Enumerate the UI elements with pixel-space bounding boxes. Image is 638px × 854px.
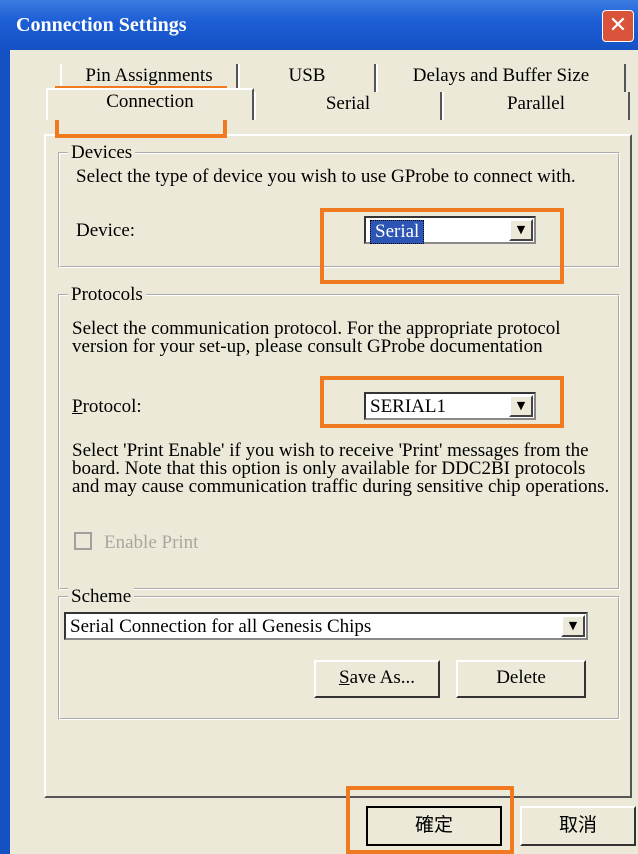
enable-print-label: Enable Print xyxy=(104,532,199,553)
chevron-down-icon[interactable]: ▼ xyxy=(509,219,533,241)
protocol-selected-value: SERIAL1 xyxy=(370,396,446,417)
title-bar: Connection Settings ✕ xyxy=(0,0,638,50)
devices-legend: Devices xyxy=(68,142,136,164)
connection-tab-panel: Devices Select the type of device you wi… xyxy=(44,134,632,798)
ok-label: 確定 xyxy=(414,814,453,836)
tab-connection[interactable]: Connection xyxy=(46,88,254,120)
save-as-button[interactable]: Save As... xyxy=(314,660,440,698)
tab-usb[interactable]: USB xyxy=(238,64,376,92)
cancel-button[interactable]: 取消 xyxy=(520,806,636,846)
delete-label: Delete xyxy=(496,667,546,688)
devices-group: Devices Select the type of device you wi… xyxy=(58,142,620,268)
dialog-body: Pin Assignments USB Delays and Buffer Si… xyxy=(0,50,638,854)
chevron-down-icon[interactable]: ▼ xyxy=(561,615,585,637)
close-icon: ✕ xyxy=(608,13,628,38)
tab-label: Serial xyxy=(325,93,371,114)
tab-label: Delays and Buffer Size xyxy=(412,65,590,86)
tab-label: Connection xyxy=(106,91,194,112)
scheme-legend: Scheme xyxy=(68,586,135,608)
tab-label: USB xyxy=(288,65,326,86)
tab-delays-and-buffer-size[interactable]: Delays and Buffer Size xyxy=(376,64,626,92)
scheme-selected-value: Serial Connection for all Genesis Chips xyxy=(70,616,372,637)
save-as-label: ave As... xyxy=(349,667,415,688)
device-selected-value: Serial xyxy=(370,220,425,244)
devices-description: Select the type of device you wish to us… xyxy=(76,166,576,187)
tab-parallel[interactable]: Parallel xyxy=(442,92,630,120)
tab-label: Parallel xyxy=(506,93,566,114)
protocol-label: Protocol: xyxy=(72,396,142,418)
protocol-dropdown[interactable]: SERIAL1 ▼ xyxy=(364,392,536,420)
device-label: Device: xyxy=(76,220,136,241)
protocols-legend: Protocols xyxy=(68,284,146,306)
ok-button[interactable]: 確定 xyxy=(366,806,502,846)
enable-print-checkbox[interactable] xyxy=(74,532,92,550)
close-button[interactable]: ✕ xyxy=(602,10,634,42)
print-enable-note: Select 'Print Enable' if you wish to rec… xyxy=(72,440,610,497)
protocol-label-text: rotocol: xyxy=(82,396,142,417)
tab-label: Pin Assignments xyxy=(85,65,213,86)
chevron-down-icon[interactable]: ▼ xyxy=(509,395,533,417)
protocols-description: Select the communication protocol. For t… xyxy=(72,318,561,357)
cancel-label: 取消 xyxy=(558,814,597,836)
save-as-accelerator: S xyxy=(338,667,350,688)
device-dropdown[interactable]: Serial ▼ xyxy=(364,216,536,244)
window-title: Connection Settings xyxy=(16,14,187,36)
tab-serial[interactable]: Serial xyxy=(254,92,442,120)
scheme-dropdown[interactable]: Serial Connection for all Genesis Chips … xyxy=(64,612,588,640)
protocols-group: Protocols Select the communication proto… xyxy=(58,284,620,590)
delete-button[interactable]: Delete xyxy=(456,660,586,698)
protocol-label-accelerator: P xyxy=(72,396,83,417)
scheme-group: Scheme Serial Connection for all Genesis… xyxy=(58,586,620,720)
